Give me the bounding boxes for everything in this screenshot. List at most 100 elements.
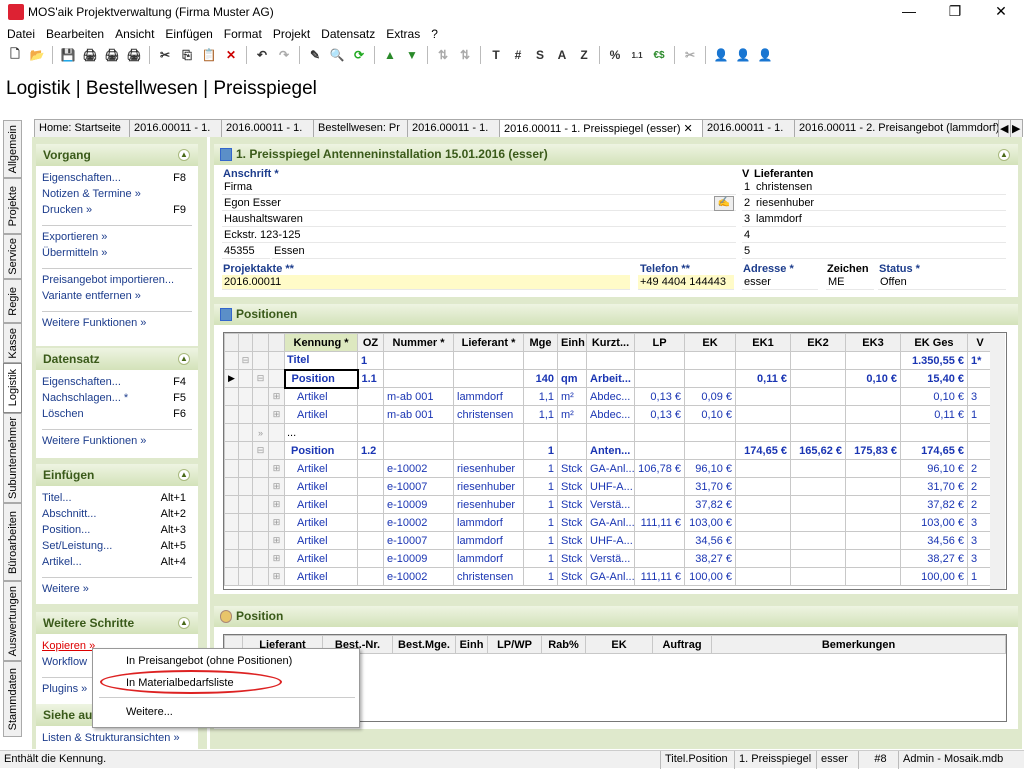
link-abschnitt[interactable]: Abschnitt... Alt+2 xyxy=(36,508,198,524)
link-variante-entfernen[interactable]: Variante entfernen » xyxy=(36,290,198,306)
zeichen-field[interactable]: ME xyxy=(826,275,874,290)
expand-icon[interactable]: ⊞ xyxy=(268,459,285,478)
table-cell[interactable] xyxy=(634,495,685,514)
table-row[interactable]: ⊞ Artikel e-10009 lammdorf 1 Stck Verstä... 38,… xyxy=(224,549,993,568)
anschrift-line-3[interactable]: Haushaltswaren xyxy=(222,212,736,227)
link-set-leistung[interactable]: Set/Leistung... Alt+5 xyxy=(36,540,198,556)
table-row[interactable]: ⊞ Artikel e-10002 christensen 1 Stck GA-Anl...… xyxy=(224,567,993,586)
table-cell[interactable]: Stck xyxy=(557,567,587,586)
table-cell[interactable]: Anten... xyxy=(586,441,635,460)
table-cell[interactable] xyxy=(845,513,901,532)
table-cell[interactable]: 2 xyxy=(967,477,993,496)
menu-datensatz[interactable]: Datensatz xyxy=(321,27,375,41)
lieferant-field[interactable]: christensen xyxy=(754,180,1006,195)
table-cell[interactable] xyxy=(357,405,384,424)
vtab-service[interactable]: Service xyxy=(3,234,22,279)
link-notizen[interactable]: Notizen & Termine » xyxy=(36,188,198,204)
menu-format[interactable]: Format xyxy=(224,27,262,41)
vtab-kasse[interactable]: Kasse xyxy=(3,323,22,363)
table-cell[interactable]: e-10009 xyxy=(383,549,454,568)
table-cell[interactable]: 111,11 € xyxy=(634,567,685,586)
table-cell[interactable]: 1 xyxy=(523,459,558,478)
link-drucken[interactable]: Drucken » F9 xyxy=(36,204,198,220)
table-cell[interactable] xyxy=(845,477,901,496)
table-cell[interactable]: GA-Anl... xyxy=(586,567,635,586)
move-up-icon[interactable]: ▲ xyxy=(379,44,401,66)
table-cell[interactable]: 100,00 € xyxy=(900,567,968,586)
maximize-button[interactable]: ❐ xyxy=(932,0,978,24)
table-cell[interactable]: GA-Anl... xyxy=(586,459,635,478)
table-cell[interactable] xyxy=(845,549,901,568)
collapse-icon[interactable]: ▲ xyxy=(998,149,1010,161)
table-cell[interactable]: m² xyxy=(557,405,587,424)
table-cell[interactable]: 111,11 € xyxy=(634,513,685,532)
table-cell[interactable] xyxy=(790,531,846,550)
table-cell[interactable] xyxy=(357,495,384,514)
status-field[interactable]: Offen xyxy=(878,275,1006,290)
refresh-icon[interactable]: ⟳ xyxy=(348,44,370,66)
new-icon[interactable]: 🗋 xyxy=(4,44,26,66)
save-icon[interactable]: 💾 xyxy=(57,44,79,66)
user-red-icon[interactable]: 👤 xyxy=(754,44,776,66)
anschrift-line-2[interactable]: Egon Esser xyxy=(222,196,736,211)
table-cell[interactable]: 31,70 € xyxy=(900,477,968,496)
table-cell[interactable]: 3 xyxy=(967,387,993,406)
vtab-bueroarbeiten[interactable]: Büroarbeiten xyxy=(3,503,22,581)
table-cell[interactable]: Stck xyxy=(557,459,587,478)
column-header[interactable]: Einh xyxy=(455,635,488,654)
expand-icon[interactable]: ⊞ xyxy=(268,495,285,514)
a-format-icon[interactable]: A xyxy=(551,44,573,66)
table-cell[interactable]: ... xyxy=(284,423,358,442)
print-icon[interactable]: 🖨 xyxy=(79,44,101,66)
column-header[interactable]: EK Ges xyxy=(900,333,968,352)
open-icon[interactable]: 📂 xyxy=(26,44,48,66)
table-cell[interactable] xyxy=(845,423,901,442)
table-cell[interactable]: lammdorf xyxy=(453,387,524,406)
menu-item-in-preisangebot[interactable]: In Preisangebot (ohne Positionen) xyxy=(126,655,292,667)
sort-asc-icon[interactable]: ⇅ xyxy=(432,44,454,66)
table-row[interactable]: ⊞ Artikel e-10009 riesenhuber 1 Stck Verstä...… xyxy=(224,495,993,514)
table-row[interactable]: ⊟ Position 1.2 1 Anten... 174,65 €165,62 €175… xyxy=(224,441,993,460)
table-cell[interactable]: Stck xyxy=(557,531,587,550)
table-cell[interactable] xyxy=(790,549,846,568)
table-cell[interactable] xyxy=(634,369,685,388)
doc-tab[interactable]: 2016.00011 - 1. xyxy=(221,119,314,137)
table-cell[interactable]: 1.2 xyxy=(357,441,384,460)
expand-icon[interactable]: ⊞ xyxy=(268,567,285,586)
table-cell[interactable] xyxy=(967,423,993,442)
table-cell[interactable]: e-10002 xyxy=(383,459,454,478)
table-row[interactable]: ⊟ Titel 1 1.350,55 €1* xyxy=(224,351,993,370)
edit-icon[interactable]: ✎ xyxy=(304,44,326,66)
menu-bearbeiten[interactable]: Bearbeiten xyxy=(46,27,104,41)
currency-icon[interactable]: €$ xyxy=(648,44,670,66)
table-row[interactable]: ⊞ Artikel e-10007 lammdorf 1 Stck UHF-A... 34,5… xyxy=(224,531,993,550)
table-cell[interactable]: 174,65 € xyxy=(900,441,968,460)
vtab-regie[interactable]: Regie xyxy=(3,279,22,323)
table-cell[interactable] xyxy=(790,405,846,424)
undo-icon[interactable]: ↶ xyxy=(251,44,273,66)
table-row[interactable]: ▶ ⊟ Position 1.1 140 qm Arbeit... 0,11 € 0,10 €1… xyxy=(224,368,993,389)
table-cell[interactable]: 37,82 € xyxy=(684,495,736,514)
table-cell[interactable]: Verstä... xyxy=(586,549,635,568)
link-eigenschaften[interactable]: Eigenschaften... F4 xyxy=(36,376,198,392)
expand-icon[interactable]: ⊞ xyxy=(268,387,285,406)
expand-icon[interactable]: ⊞ xyxy=(268,405,285,424)
lieferant-field[interactable]: riesenhuber xyxy=(754,196,1006,211)
table-cell[interactable]: Abdec... xyxy=(586,405,635,424)
table-cell[interactable] xyxy=(557,441,587,460)
menu-item-weitere[interactable]: Weitere... xyxy=(126,706,173,718)
table-cell[interactable] xyxy=(357,387,384,406)
table-cell[interactable]: 96,10 € xyxy=(900,459,968,478)
column-header[interactable]: Kennung * xyxy=(284,333,358,352)
table-cell[interactable] xyxy=(357,477,384,496)
table-cell[interactable] xyxy=(357,549,384,568)
tools-icon[interactable]: ✂ xyxy=(679,44,701,66)
link-weitere-funktionen[interactable]: Weitere Funktionen » xyxy=(36,435,198,451)
column-header[interactable]: Mge xyxy=(523,333,558,352)
table-row[interactable]: ⊞ Artikel m-ab 001 lammdorf 1,1 m² Abdec... 0,1… xyxy=(224,387,993,406)
table-cell[interactable] xyxy=(735,351,791,370)
table-cell[interactable] xyxy=(790,495,846,514)
table-cell[interactable]: Verstä... xyxy=(586,495,635,514)
vtab-stammdaten[interactable]: Stammdaten xyxy=(3,661,22,737)
table-cell[interactable]: 1.350,55 € xyxy=(900,351,968,370)
